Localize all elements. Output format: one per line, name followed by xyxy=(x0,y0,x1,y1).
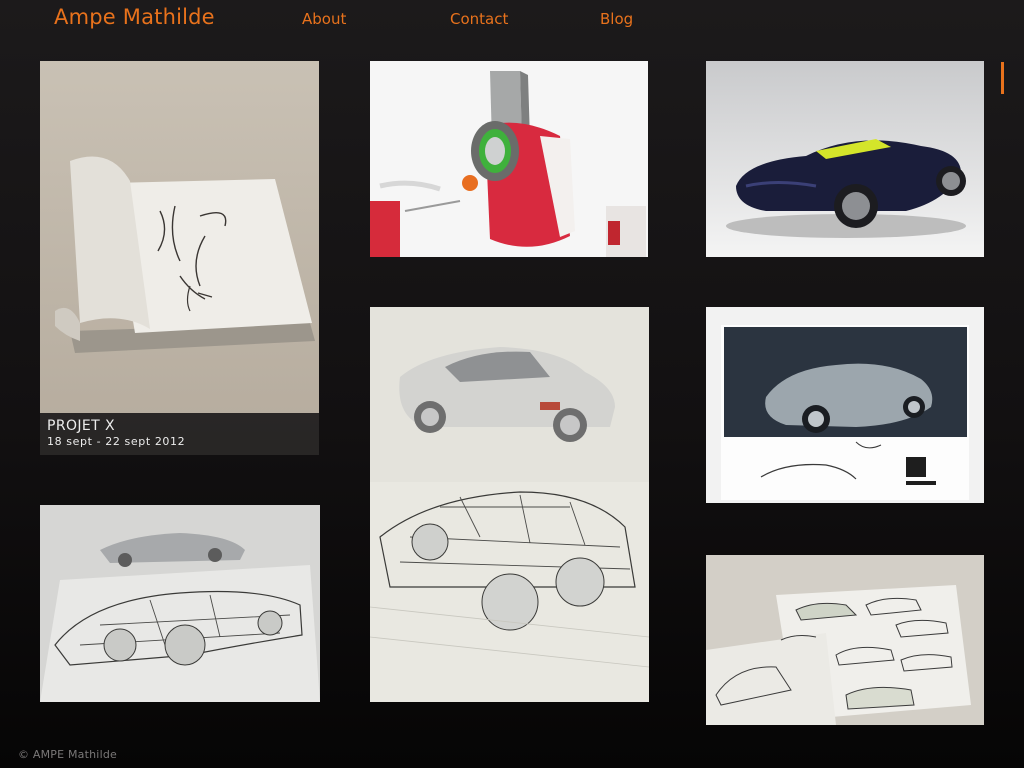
wagon-sketch-image xyxy=(40,505,320,702)
gallery-tile-tesla-poster[interactable] xyxy=(706,307,984,503)
gallery-tile-projet-x[interactable]: PROJET X 18 sept - 22 sept 2012 xyxy=(40,61,319,455)
scroll-indicator[interactable] xyxy=(1001,62,1004,94)
sketch-collection-image xyxy=(706,555,984,725)
nav-link-contact[interactable]: Contact xyxy=(450,10,508,28)
project-caption: PROJET X 18 sept - 22 sept 2012 xyxy=(40,413,319,455)
roadster-render-image xyxy=(706,61,984,257)
gallery-tile-sketch-collection[interactable] xyxy=(706,555,984,725)
gallery-tile-grater[interactable] xyxy=(370,61,648,257)
project-title: PROJET X xyxy=(47,418,115,434)
project-dates: 18 sept - 22 sept 2012 xyxy=(47,435,186,448)
sketchbook-photo xyxy=(40,61,319,455)
nav-link-blog[interactable]: Blog xyxy=(600,10,633,28)
sedan-sketch-image xyxy=(370,307,649,702)
copyright-notice: © AMPE Mathilde xyxy=(18,748,117,761)
tesla-poster-image xyxy=(706,307,984,503)
gallery-tile-roadster[interactable] xyxy=(706,61,984,257)
grater-render-image xyxy=(370,61,648,257)
nav-link-about[interactable]: About xyxy=(302,10,346,28)
gallery-tile-sedan-sketch[interactable] xyxy=(370,307,649,702)
site-title[interactable]: Ampe Mathilde xyxy=(54,5,215,29)
portfolio-page: Ampe Mathilde About Contact Blog PROJET … xyxy=(0,0,1024,768)
gallery-tile-wagon-sketch[interactable] xyxy=(40,505,320,702)
